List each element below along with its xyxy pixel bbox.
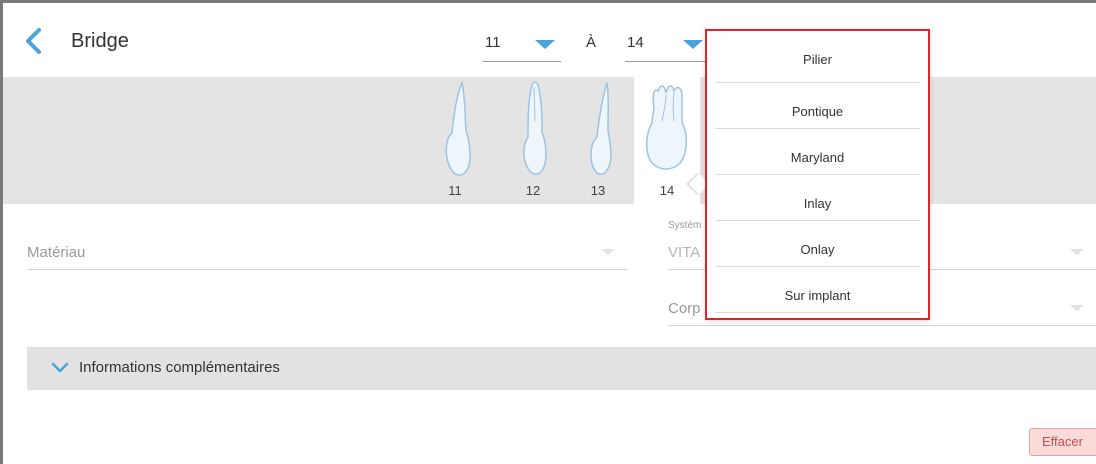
back-button[interactable] [23, 27, 45, 55]
range-to-label: À [586, 34, 597, 51]
page-title: Bridge [71, 30, 129, 52]
shade-system-value: VITA [668, 244, 701, 261]
tooth-13[interactable]: 13 [575, 77, 621, 204]
tooth-icon [445, 81, 471, 176]
clear-button[interactable]: Effacer [1029, 428, 1096, 456]
tooth-icon [523, 81, 547, 175]
tooth-icon [590, 82, 612, 176]
tooth-number: 12 [525, 183, 541, 198]
tooth-to-value: 14 [627, 34, 644, 51]
chevron-left-icon [26, 28, 41, 54]
tooth-number: 11 [448, 183, 462, 198]
tooth-from-value: 11 [485, 34, 501, 51]
caret-down-icon [683, 40, 703, 49]
caret-down-icon [1070, 249, 1084, 255]
tooth-11[interactable]: 11 [432, 77, 478, 204]
dropdown-item-onlay[interactable]: Onlay [715, 221, 920, 267]
tooth-to-select[interactable]: 14 [625, 28, 709, 62]
caret-down-icon [535, 40, 555, 49]
tooth-12[interactable]: 12 [510, 77, 556, 204]
body-shade-label: Corp [668, 300, 701, 317]
caret-down-icon [601, 249, 615, 255]
teeth-selector: 11 12 13 14 [3, 77, 1096, 204]
shade-system-label: Systèm [668, 220, 702, 231]
dropdown-item-inlay[interactable]: Inlay [715, 175, 920, 221]
restoration-type-dropdown: Pilier Pontique Maryland Inlay Onlay Sur… [705, 29, 930, 320]
dropdown-item-pontique[interactable]: Pontique [715, 83, 920, 129]
tooth-from-select[interactable]: 11 [483, 28, 561, 62]
additional-info-label: Informations complémentaires [79, 359, 280, 376]
header: Bridge 11 À 14 [3, 3, 1096, 77]
additional-info-toggle[interactable]: Informations complémentaires [27, 347, 1096, 390]
caret-down-icon [1070, 305, 1084, 311]
material-select[interactable]: Matériau [27, 228, 627, 270]
material-label: Matériau [27, 244, 86, 261]
dropdown-item-sur-implant[interactable]: Sur implant [715, 267, 920, 313]
tooth-number: 13 [590, 183, 606, 198]
dropdown-item-pilier[interactable]: Pilier [715, 31, 920, 83]
chevron-down-icon [51, 362, 69, 373]
tooth-icon [646, 85, 687, 170]
dropdown-item-maryland[interactable]: Maryland [715, 129, 920, 175]
